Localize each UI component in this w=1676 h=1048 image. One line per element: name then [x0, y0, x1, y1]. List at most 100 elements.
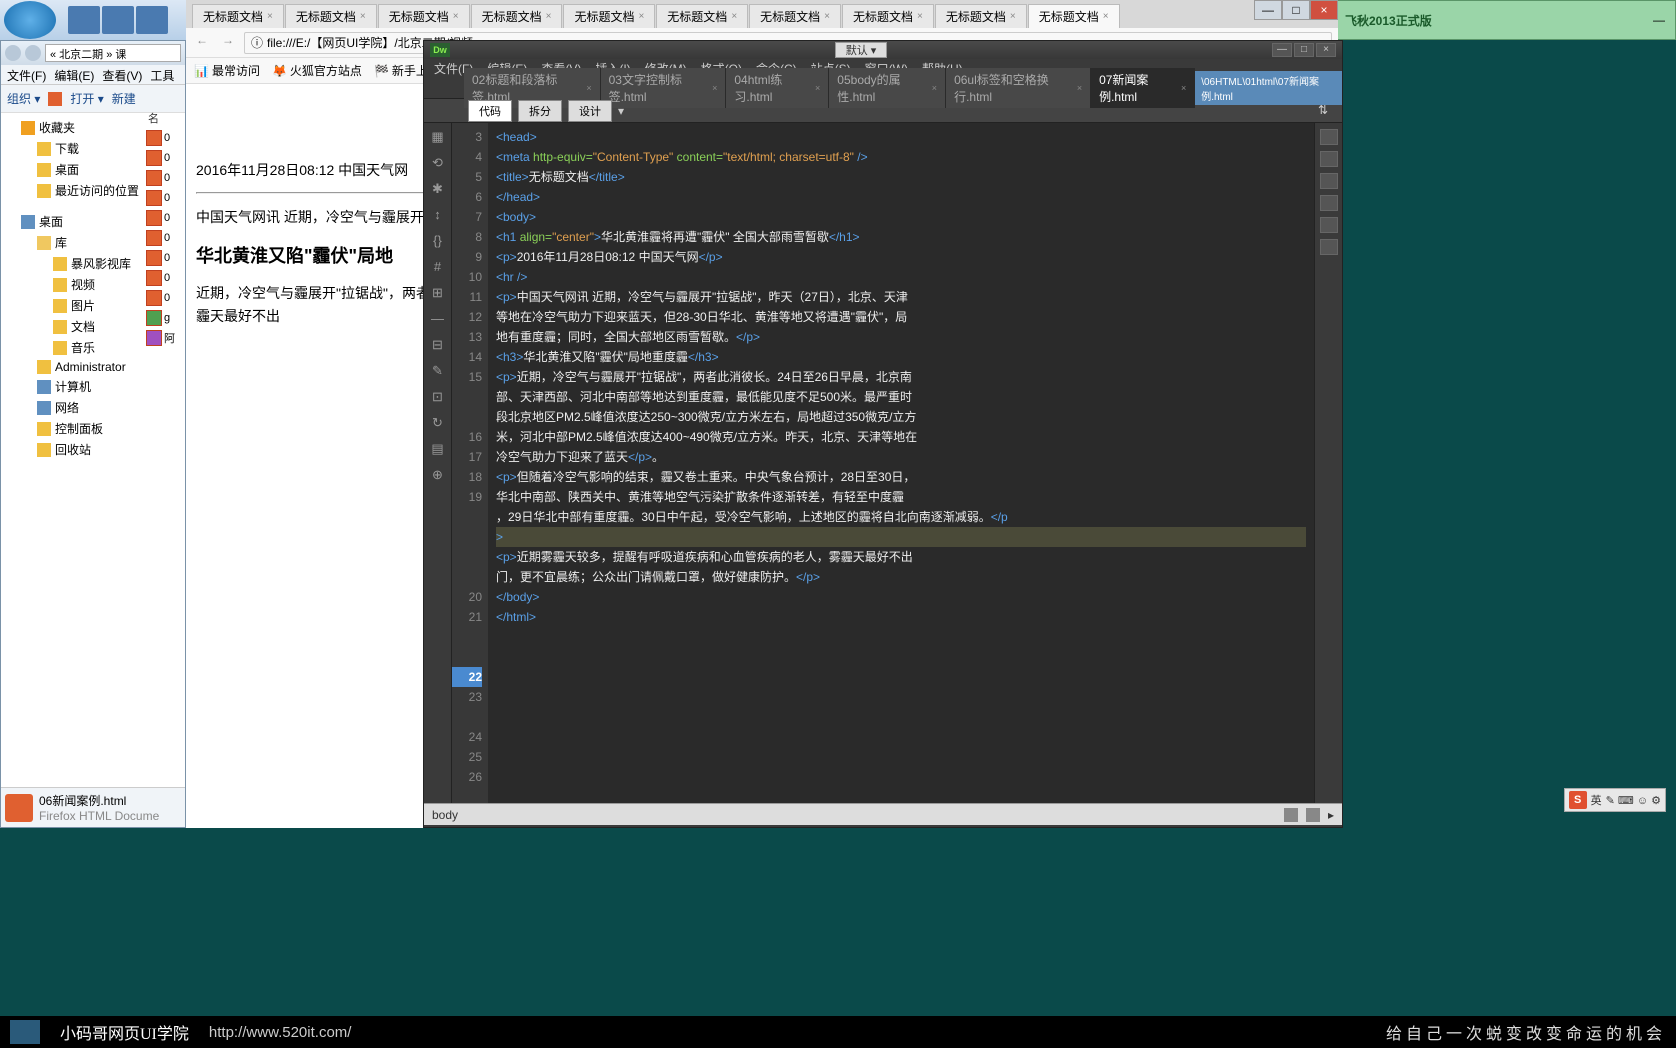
ime-lang[interactable]: 英 — [1591, 792, 1602, 808]
tab[interactable]: 无标题文档× — [749, 4, 841, 28]
close-icon[interactable]: × — [1010, 11, 1016, 22]
col-header[interactable]: 名 — [146, 108, 186, 128]
start-button[interactable] — [4, 1, 56, 39]
explorer-icon[interactable] — [102, 6, 134, 34]
tool-icon[interactable]: ⊞ — [429, 285, 447, 303]
tab[interactable]: 无标题文档× — [935, 4, 1027, 28]
close-icon[interactable]: × — [1103, 11, 1109, 22]
file-icon[interactable] — [146, 330, 162, 346]
tree-recycle[interactable]: 回收站 — [1, 439, 185, 460]
minimize-button[interactable]: — — [1272, 43, 1292, 57]
ime-bar[interactable]: S 英 ✎ ⌨ ☺ ⚙ — [1564, 788, 1666, 812]
tree-network[interactable]: 网络 — [1, 397, 185, 418]
tool-icon[interactable]: ▤ — [429, 441, 447, 459]
layout-selector[interactable]: 默认 ▾ — [835, 42, 888, 58]
tab[interactable]: 无标题文档× — [192, 4, 284, 28]
tool-icon[interactable]: ⊡ — [429, 389, 447, 407]
maximize-button[interactable]: □ — [1282, 0, 1310, 20]
panel-icon[interactable] — [1320, 195, 1338, 211]
tool-icon[interactable]: ⊕ — [429, 467, 447, 485]
ime-tools[interactable]: ✎ ⌨ ☺ ⚙ — [1606, 794, 1661, 807]
bookmark-fx[interactable]: 🦊 火狐官方站点 — [272, 62, 362, 79]
menu-edit[interactable]: 编辑(E) — [54, 67, 94, 82]
tool-icon[interactable]: ▦ — [429, 129, 447, 147]
close-icon[interactable]: × — [453, 11, 459, 22]
close-icon[interactable]: × — [815, 83, 820, 93]
doc-tab-active[interactable]: 07新闻案例.html× — [1091, 68, 1195, 108]
menu-tools[interactable]: 工具 — [150, 67, 174, 82]
bookmark-most[interactable]: 📊 最常访问 — [194, 62, 260, 79]
panel-icon[interactable] — [1320, 217, 1338, 233]
menu-view[interactable]: 查看(V) — [102, 67, 142, 82]
tab[interactable]: 无标题文档× — [378, 4, 470, 28]
ie-icon[interactable] — [68, 6, 100, 34]
minimize-icon[interactable]: — — [1653, 13, 1667, 27]
doc-tab[interactable]: 05body的属性.html× — [829, 68, 946, 108]
close-icon[interactable]: × — [586, 83, 591, 93]
close-icon[interactable]: × — [267, 11, 273, 22]
file-icon[interactable] — [146, 310, 162, 326]
tool-icon[interactable]: ✱ — [429, 181, 447, 199]
tab[interactable]: 无标题文档× — [471, 4, 563, 28]
organize-button[interactable]: 组织 ▾ — [7, 90, 40, 107]
file-icon[interactable] — [146, 190, 162, 206]
file-icon[interactable] — [146, 230, 162, 246]
info-icon[interactable]: ⓘ — [251, 34, 263, 51]
tool-icon[interactable]: ↕ — [429, 207, 447, 225]
minimize-button[interactable]: — — [1254, 0, 1282, 20]
options-icon[interactable]: ⇅ — [1318, 103, 1334, 119]
file-icon[interactable] — [146, 210, 162, 226]
tab[interactable]: 无标题文档× — [842, 4, 934, 28]
tree-admin[interactable]: Administrator — [1, 358, 185, 376]
close-icon[interactable]: × — [546, 11, 552, 22]
doc-tab[interactable]: 04html练习.html× — [726, 68, 829, 108]
tool-icon[interactable]: ⊟ — [429, 337, 447, 355]
panel-icon[interactable] — [1320, 129, 1338, 145]
tab[interactable]: 无标题文档× — [656, 4, 748, 28]
open-button[interactable]: 打开 ▾ — [70, 90, 103, 107]
address-bar[interactable]: « 北京二期 » 课 — [45, 44, 181, 62]
back-icon[interactable] — [5, 45, 21, 61]
close-icon[interactable]: × — [932, 83, 937, 93]
file-icon[interactable] — [146, 270, 162, 286]
close-icon[interactable]: × — [712, 83, 717, 93]
tag-selector[interactable]: body — [432, 808, 458, 822]
close-button[interactable]: × — [1316, 43, 1336, 57]
panel-icon[interactable] — [1320, 239, 1338, 255]
status-icon[interactable] — [1284, 808, 1298, 822]
menu-file[interactable]: 文件(F) — [7, 67, 46, 82]
sogou-icon[interactable]: S — [1569, 791, 1587, 809]
new-button[interactable]: 新建 — [112, 90, 136, 107]
panel-icon[interactable] — [1320, 151, 1338, 167]
tool-icon[interactable]: ⟲ — [429, 155, 447, 173]
file-icon[interactable] — [146, 130, 162, 146]
tab[interactable]: 无标题文档× — [285, 4, 377, 28]
doc-tab[interactable]: 06ul标签和空格换行.html× — [946, 68, 1091, 108]
close-icon[interactable]: × — [1077, 83, 1082, 93]
maximize-button[interactable]: □ — [1294, 43, 1314, 57]
tab[interactable]: 无标题文档× — [563, 4, 655, 28]
design-view-button[interactable]: 设计 — [568, 100, 612, 122]
tab-active[interactable]: 无标题文档× — [1028, 4, 1120, 28]
tree-control[interactable]: 控制面板 — [1, 418, 185, 439]
file-icon[interactable] — [146, 170, 162, 186]
close-icon[interactable]: × — [638, 11, 644, 22]
status-icon[interactable] — [1306, 808, 1320, 822]
media-icon[interactable] — [136, 6, 168, 34]
file-icon[interactable] — [146, 290, 162, 306]
close-icon[interactable]: × — [360, 11, 366, 22]
code-view-button[interactable]: 代码 — [468, 100, 512, 122]
tool-icon[interactable]: ↻ — [429, 415, 447, 433]
doc-tab[interactable]: 03文字控制标签.html× — [601, 68, 727, 108]
close-icon[interactable]: × — [917, 11, 923, 22]
overflow-icon[interactable]: ▸ — [1328, 808, 1334, 822]
close-button[interactable]: × — [1310, 0, 1338, 20]
tool-icon[interactable]: # — [429, 259, 447, 277]
close-icon[interactable]: × — [1181, 83, 1186, 93]
panel-icon[interactable] — [1320, 173, 1338, 189]
tool-icon[interactable]: ✎ — [429, 363, 447, 381]
split-view-button[interactable]: 拆分 — [518, 100, 562, 122]
file-icon[interactable] — [146, 150, 162, 166]
feiqiu-window[interactable]: 飞秋2013正式版 — — [1336, 0, 1676, 40]
code-editor[interactable]: <head><meta http-equiv="Content-Type" co… — [488, 123, 1314, 803]
